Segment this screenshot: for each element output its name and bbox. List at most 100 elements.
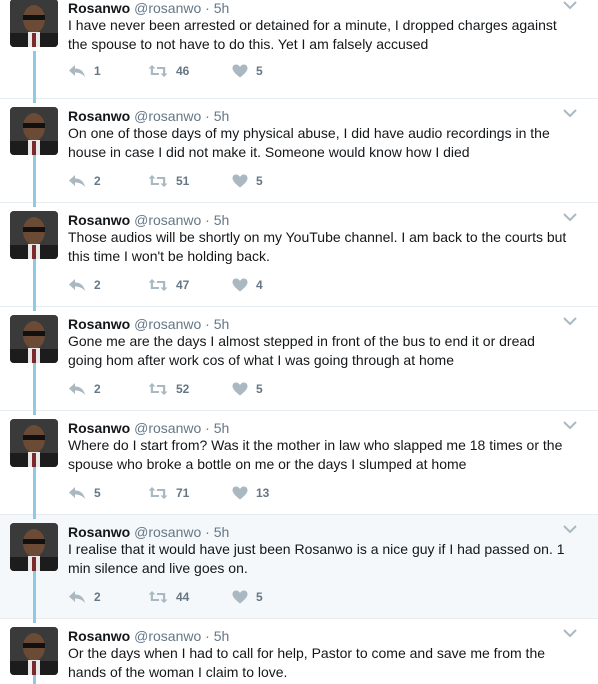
author-handle[interactable]: @rosanwo: [134, 0, 201, 16]
thread-line: [33, 99, 36, 103]
retweet-icon: [148, 383, 168, 395]
avatar[interactable]: [10, 627, 58, 675]
timestamp[interactable]: 5h: [214, 524, 230, 540]
chevron-down-icon[interactable]: [563, 108, 577, 118]
timestamp[interactable]: 5h: [214, 108, 230, 124]
reply-icon: [69, 383, 85, 395]
retweet-count: 44: [176, 590, 190, 604]
chevron-down-icon[interactable]: [563, 316, 577, 326]
like-count: 4: [256, 278, 263, 292]
author-name[interactable]: Rosanwo: [68, 0, 130, 16]
retweet-count: 46: [176, 64, 190, 78]
retweet-button[interactable]: 52: [148, 380, 189, 398]
tweet-text: I realise that it would have just been R…: [68, 541, 565, 576]
avatar[interactable]: [10, 523, 58, 571]
tweet-text: I have never been arrested or detained f…: [68, 17, 557, 52]
tweet[interactable]: Rosanwo @rosanwo · 5h I realise that it …: [0, 515, 598, 624]
author-name[interactable]: Rosanwo: [68, 212, 130, 228]
like-button[interactable]: 5: [232, 172, 263, 190]
like-button[interactable]: 13: [232, 484, 269, 502]
author-handle[interactable]: @rosanwo: [134, 212, 201, 228]
retweet-button[interactable]: 71: [148, 484, 189, 502]
tweet[interactable]: Rosanwo @rosanwo · 5h Or the days when I…: [0, 619, 598, 684]
reply-count: 2: [94, 590, 101, 604]
like-button[interactable]: 4: [232, 276, 263, 294]
tweet-actions: 2 47 4: [68, 276, 328, 294]
thread-line: [33, 155, 36, 208]
author-name[interactable]: Rosanwo: [68, 108, 130, 124]
avatar[interactable]: [10, 211, 58, 259]
heart-icon: [232, 278, 248, 292]
chevron-down-icon[interactable]: [563, 212, 577, 222]
thread-line: [33, 411, 36, 415]
author-handle[interactable]: @rosanwo: [134, 316, 201, 332]
tweet-header: Rosanwo @rosanwo · 5h: [68, 315, 229, 333]
retweet-button[interactable]: 47: [148, 276, 189, 294]
retweet-icon: [148, 487, 168, 499]
author-name[interactable]: Rosanwo: [68, 628, 130, 644]
author-name[interactable]: Rosanwo: [68, 316, 130, 332]
reply-icon: [69, 65, 85, 77]
author-handle[interactable]: @rosanwo: [134, 108, 201, 124]
reply-count: 2: [94, 174, 101, 188]
thread-line: [33, 203, 36, 207]
tweet[interactable]: Rosanwo @rosanwo · 5h Gone me are the da…: [0, 307, 598, 416]
timestamp[interactable]: 5h: [214, 420, 230, 436]
retweet-button[interactable]: 46: [148, 62, 189, 80]
reply-button[interactable]: 2: [68, 172, 101, 190]
author-name[interactable]: Rosanwo: [68, 420, 130, 436]
chevron-down-icon[interactable]: [563, 524, 577, 534]
retweet-count: 47: [176, 278, 190, 292]
heart-icon: [232, 382, 248, 396]
reply-button[interactable]: 2: [68, 588, 101, 606]
chevron-down-icon[interactable]: [563, 628, 577, 638]
reply-button[interactable]: 2: [68, 276, 101, 294]
tweet-header: Rosanwo @rosanwo · 5h: [68, 419, 229, 437]
retweet-button[interactable]: 44: [148, 588, 189, 606]
timestamp[interactable]: 5h: [214, 628, 230, 644]
author-handle[interactable]: @rosanwo: [134, 628, 201, 644]
separator-dot: ·: [205, 316, 210, 332]
reply-icon: [69, 279, 85, 291]
timestamp[interactable]: 5h: [214, 0, 230, 16]
reply-button[interactable]: 2: [68, 380, 101, 398]
heart-icon: [232, 174, 248, 188]
tweet-text: On one of those days of my physical abus…: [68, 125, 550, 160]
reply-button[interactable]: 1: [68, 62, 101, 80]
retweet-icon: [148, 279, 168, 291]
tweet[interactable]: Rosanwo @rosanwo · 5h I have never been …: [0, 0, 598, 104]
chevron-down-icon[interactable]: [563, 0, 577, 10]
like-count: 5: [256, 64, 263, 78]
retweet-button[interactable]: 51: [148, 172, 189, 190]
heart-icon: [232, 64, 248, 78]
avatar[interactable]: [10, 0, 58, 47]
avatar[interactable]: [10, 419, 58, 467]
avatar[interactable]: [10, 315, 58, 363]
retweet-icon: [148, 175, 168, 187]
author-name[interactable]: Rosanwo: [68, 524, 130, 540]
thread-line: [33, 619, 36, 623]
tweet[interactable]: Rosanwo @rosanwo · 5h Where do I start f…: [0, 411, 598, 520]
tweet-actions: 5 71 13: [68, 484, 328, 502]
heart-icon: [232, 486, 248, 500]
separator-dot: ·: [205, 0, 210, 16]
like-count: 5: [256, 174, 263, 188]
tweet-actions: 2 51 5: [68, 172, 328, 190]
timestamp[interactable]: 5h: [214, 212, 230, 228]
retweet-count: 71: [176, 486, 190, 500]
tweet[interactable]: Rosanwo @rosanwo · 5h Those audios will …: [0, 203, 598, 312]
reply-count: 2: [94, 278, 101, 292]
like-button[interactable]: 5: [232, 62, 263, 80]
author-handle[interactable]: @rosanwo: [134, 524, 201, 540]
timestamp[interactable]: 5h: [214, 316, 230, 332]
chevron-down-icon[interactable]: [563, 420, 577, 430]
tweet-header: Rosanwo @rosanwo · 5h: [68, 0, 229, 17]
like-button[interactable]: 5: [232, 380, 263, 398]
reply-button[interactable]: 5: [68, 484, 101, 502]
author-handle[interactable]: @rosanwo: [134, 420, 201, 436]
tweet[interactable]: Rosanwo @rosanwo · 5h On one of those da…: [0, 99, 598, 208]
avatar[interactable]: [10, 107, 58, 155]
heart-icon: [232, 590, 248, 604]
reply-icon: [69, 175, 85, 187]
like-button[interactable]: 5: [232, 588, 263, 606]
